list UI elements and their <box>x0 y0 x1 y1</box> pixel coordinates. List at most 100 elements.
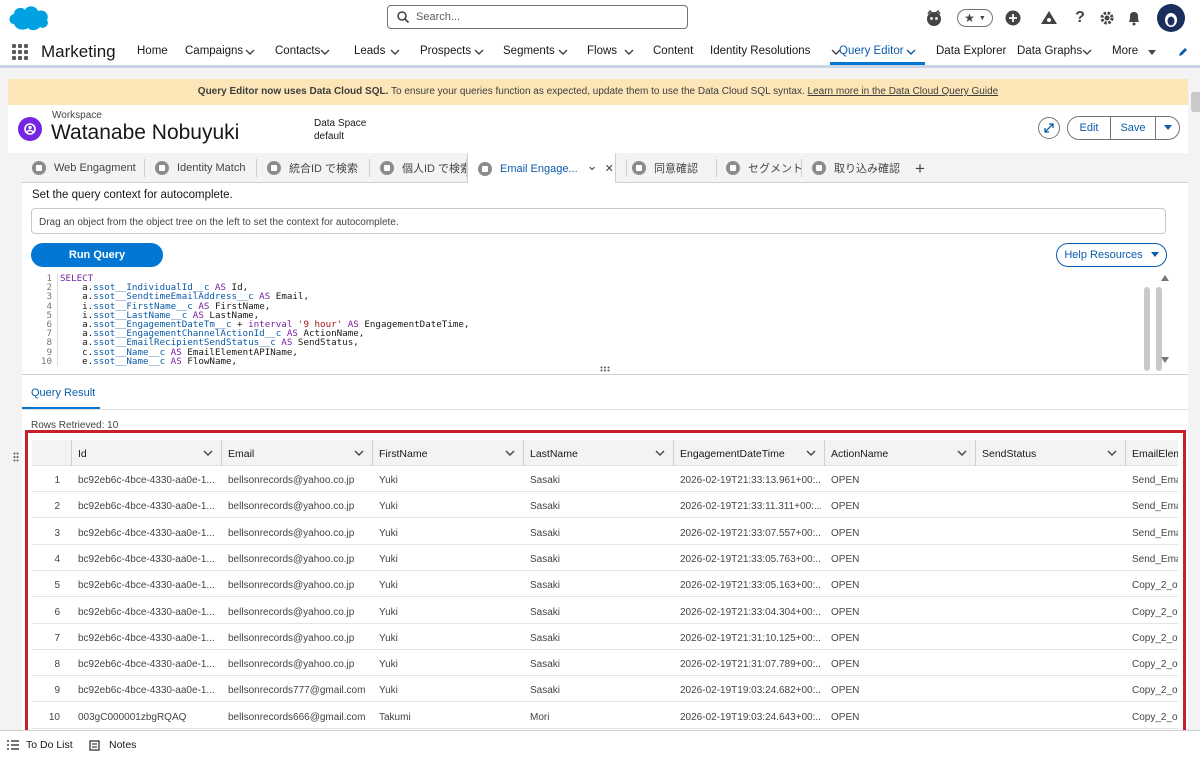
query-tab-icon <box>812 161 826 175</box>
highlight-frame <box>25 430 1186 736</box>
chevron-down-icon[interactable] <box>623 46 635 58</box>
nav-item-data-graphs[interactable]: Data Graphs <box>1017 45 1082 57</box>
sql-code-lines: SELECT a.ssot__IndividualId__c AS Id, a.… <box>57 274 469 366</box>
todo-list-label: To Do List <box>26 739 73 751</box>
nav-item-home[interactable]: Home <box>137 45 168 57</box>
banner-bold-text: Query Editor now uses Data Cloud SQL. <box>197 86 389 97</box>
close-icon[interactable]: ✕ <box>605 162 614 175</box>
tab-divider <box>716 159 717 177</box>
nav-item-query-editor[interactable]: Query Editor <box>839 45 904 57</box>
edit-button[interactable]: Edit <box>1067 116 1111 140</box>
salesforce-cloud-logo-icon[interactable] <box>6 2 52 34</box>
notifications-bell-icon[interactable] <box>1124 8 1144 28</box>
query-tab-label: Identity Match <box>177 162 246 174</box>
save-options-dropdown[interactable] <box>1155 116 1180 140</box>
chevron-down-icon[interactable] <box>319 46 331 58</box>
chevron-down-icon[interactable] <box>1081 46 1093 58</box>
notes-button[interactable]: Notes <box>89 739 136 751</box>
help-icon[interactable]: ? <box>1070 8 1090 28</box>
app-launcher-icon[interactable] <box>12 44 28 60</box>
run-query-button[interactable]: Run Query <box>31 243 163 267</box>
autocomplete-context-dropzone[interactable]: Drag an object from the object tree on t… <box>31 208 1166 234</box>
resize-grip-icon[interactable] <box>600 366 610 372</box>
drag-handle-icon[interactable] <box>13 452 19 462</box>
nav-item-more[interactable]: More <box>1112 45 1138 57</box>
nav-item-segments[interactable]: Segments <box>503 45 555 57</box>
global-search-input[interactable]: Search... <box>387 5 688 29</box>
notes-label: Notes <box>109 739 137 751</box>
query-tab[interactable]: Email Engage... ⌄ ✕ <box>467 153 616 184</box>
query-tab[interactable]: 統合ID で検索 <box>267 153 358 183</box>
chevron-down-icon[interactable] <box>244 46 256 58</box>
star-icon: ★ <box>964 11 975 25</box>
query-editor-panel: Set the query context for autocomplete. … <box>22 183 1188 374</box>
active-nav-indicator <box>830 62 925 65</box>
favorites-button[interactable]: ★ ▼ <box>957 9 993 27</box>
chevron-down-icon[interactable] <box>473 46 485 58</box>
query-tab[interactable]: 個人ID で検索 <box>380 153 471 183</box>
line-numbers: 1 2 3 4 5 6 7 8 9 10 <box>32 274 52 366</box>
nav-item-campaigns[interactable]: Campaigns <box>185 45 243 57</box>
chevron-down-icon[interactable] <box>905 46 917 58</box>
sql-notice-banner: Query Editor now uses Data Cloud SQL. To… <box>8 79 1188 105</box>
user-avatar[interactable] <box>1157 4 1185 32</box>
query-tab-icon <box>267 161 281 175</box>
nav-item-data-explorer[interactable]: Data Explorer <box>936 45 1006 57</box>
astro-assistant-icon[interactable] <box>924 8 944 28</box>
query-tab[interactable]: Web Engagment <box>32 153 136 183</box>
query-tab-icon <box>478 161 492 176</box>
workspace-name: Watanabe Nobuyuki <box>51 121 240 144</box>
nav-item-flows[interactable]: Flows <box>587 45 617 57</box>
expand-button[interactable] <box>1038 117 1060 139</box>
nav-item-identity-resolutions[interactable]: Identity Resolutions <box>710 45 810 57</box>
global-header: Search... ★ ▼ ? <box>0 0 1200 36</box>
query-tab[interactable]: 同意確認 <box>632 153 698 183</box>
tab-divider <box>256 159 257 177</box>
setup-gear-icon[interactable] <box>1097 8 1117 28</box>
query-tab-icon <box>632 161 646 175</box>
help-resources-button[interactable]: Help Resources <box>1056 243 1167 267</box>
save-button[interactable]: Save <box>1110 116 1156 140</box>
workspace-header: Workspace Watanabe Nobuyuki Data Space d… <box>8 105 1188 153</box>
divider <box>22 409 1188 410</box>
tab-divider <box>369 159 370 177</box>
chevron-down-icon: ▼ <box>978 14 986 22</box>
tab-divider <box>144 159 145 177</box>
line-number: 10 <box>40 355 52 366</box>
query-result-tab[interactable]: Query Result <box>31 387 95 399</box>
sql-line: e.ssot__Name__c AS FlowName, <box>60 355 238 366</box>
query-tab[interactable]: セグメント <box>726 153 803 183</box>
add-tab-icon[interactable]: + <box>915 159 925 179</box>
query-tab-icon <box>380 161 394 175</box>
query-tab[interactable]: Identity Match <box>155 153 245 183</box>
nav-item-prospects[interactable]: Prospects <box>420 45 471 57</box>
trailhead-guide-icon[interactable] <box>1039 8 1059 28</box>
chevron-down-icon <box>1163 125 1172 130</box>
chevron-down-icon <box>1150 252 1159 257</box>
nav-item-content[interactable]: Content <box>653 45 693 57</box>
chevron-down-icon[interactable]: ⌄ <box>587 158 598 174</box>
nav-item-leads[interactable]: Leads <box>354 45 385 57</box>
todo-list-button[interactable]: To Do List <box>7 739 73 751</box>
data-space-label: Data Space <box>314 118 367 129</box>
query-tabs-bar: Web Engagment Identity Match 統合ID で検索 個人ID … <box>22 153 1188 184</box>
sql-code-editor[interactable]: 1 2 3 4 5 6 7 8 9 10 SELECT a.ssot__IndividualId_… <box>32 272 1162 366</box>
search-icon <box>397 11 410 24</box>
tab-divider <box>801 159 802 177</box>
query-tab-label: 取り込み確認 <box>834 163 900 175</box>
chevron-down-icon[interactable] <box>389 46 401 58</box>
query-tab-icon <box>32 161 46 175</box>
side-panel-toggle[interactable] <box>1191 92 1200 112</box>
scroll-up-arrow-icon[interactable] <box>1160 274 1170 282</box>
global-create-icon[interactable] <box>1003 8 1023 28</box>
query-tab[interactable]: 取り込み確認 <box>812 153 900 183</box>
query-tab-icon <box>726 161 740 175</box>
data-space-value: default <box>314 131 345 142</box>
nav-item-contacts[interactable]: Contacts <box>275 45 320 57</box>
banner-learn-more-link[interactable]: Learn more in the Data Cloud Query Guide <box>808 86 999 97</box>
chevron-down-icon[interactable] <box>1146 47 1158 59</box>
scroll-down-arrow-icon[interactable] <box>1160 356 1170 364</box>
edit-nav-pencil-icon[interactable] <box>1177 46 1189 58</box>
code-scrollbar[interactable] <box>1144 287 1150 371</box>
chevron-down-icon[interactable] <box>557 46 569 58</box>
